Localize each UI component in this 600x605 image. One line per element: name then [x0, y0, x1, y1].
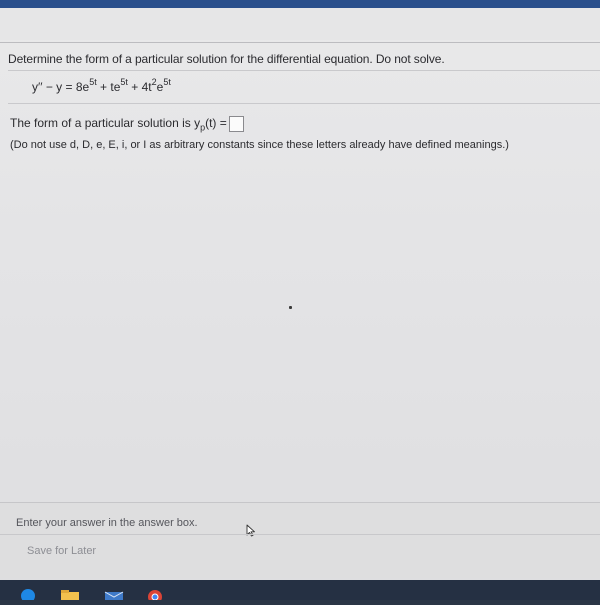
footer-inner-divider: [0, 534, 600, 535]
equation-exponent: 2: [151, 77, 157, 87]
taskbar: [0, 580, 600, 600]
stray-dot: [289, 306, 292, 309]
top-band: [0, 0, 600, 8]
divider-question: [8, 70, 600, 71]
divider-equation: [8, 103, 600, 104]
equation-exponent: 5t: [120, 77, 128, 87]
answer-input-box[interactable]: [228, 116, 244, 132]
divider-top: [0, 42, 600, 43]
mouse-cursor-icon: [246, 524, 256, 542]
footer-panel: Enter your answer in the answer box. Sav…: [0, 502, 600, 578]
save-for-later-button[interactable]: Save for Later: [27, 545, 96, 557]
answer-prefix: The form of a particular solution is y: [10, 116, 201, 131]
chrome-icon[interactable]: [146, 586, 162, 604]
folder-icon[interactable]: [60, 586, 79, 600]
mail-icon[interactable]: [104, 586, 124, 600]
answer-suffix: (t) =: [205, 116, 227, 131]
answer-prompt: The form of a particular solution is yp(…: [10, 116, 244, 133]
top-strip: [0, 8, 600, 40]
constants-note: (Do not use d, D, e, E, i, or I as arbit…: [10, 139, 509, 151]
equation-exponent: 5t: [163, 77, 171, 87]
equation-exponent: 5t: [89, 77, 97, 87]
answer-hint: Enter your answer in the answer box.: [16, 517, 198, 529]
footer-divider: [0, 502, 600, 503]
equation-term: + te: [96, 80, 121, 94]
equation-lhs: y′′ − y = 8e: [32, 80, 90, 94]
question-prompt: Determine the form of a particular solut…: [8, 52, 445, 66]
differential-equation: y′′ − y = 8e5t + te5t + 4t2e5t: [32, 77, 171, 94]
browser-icon[interactable]: [20, 586, 36, 603]
equation-term: + 4t: [127, 80, 152, 94]
screen: Determine the form of a particular solut…: [0, 0, 600, 604]
